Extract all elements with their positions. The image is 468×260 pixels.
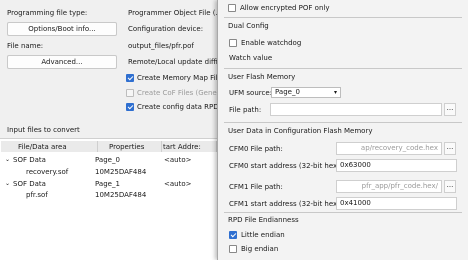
cfm0-browse-button[interactable]: ... bbox=[444, 142, 456, 155]
rpd-endianness-title: RPD File Endianness bbox=[228, 216, 299, 224]
ufm-source-select[interactable]: Page_0 ▾ bbox=[271, 87, 341, 98]
ufm-file-path-label: File path: bbox=[229, 106, 262, 114]
create-config-rpd-checkbox[interactable] bbox=[126, 103, 134, 111]
big-endian-label: Big endian bbox=[241, 245, 279, 253]
cfm1-file-path-input[interactable]: /pfr_app/pfr_code.hex bbox=[336, 180, 442, 193]
remote-local-update-label: Remote/Local update difficu bbox=[128, 58, 227, 66]
file-name-input[interactable]: output_files/pfr.pof bbox=[128, 42, 194, 50]
table-cell-properties: 10M25DAF484 bbox=[95, 191, 147, 199]
column-header-start-address-label: tart Addre: bbox=[163, 143, 201, 151]
create-memory-map-checkbox[interactable] bbox=[126, 74, 134, 82]
create-memory-map-label: Create Memory Map File bbox=[137, 74, 222, 82]
cfm0-start-address-input[interactable]: 0x63000 bbox=[336, 159, 457, 172]
table-cell-address: <auto> bbox=[164, 156, 192, 164]
column-header-properties-label: Properties bbox=[109, 143, 145, 151]
options-dialog: Allow encrypted POF only Dual Config Ena… bbox=[217, 0, 468, 260]
table-cell-properties: 10M25DAF484 bbox=[95, 168, 147, 176]
file-name-label: File name: bbox=[7, 42, 44, 50]
cfm1-start-address-input[interactable]: 0x41000 bbox=[336, 197, 457, 210]
divider bbox=[224, 68, 462, 69]
dual-config-title: Dual Config bbox=[228, 22, 269, 30]
divider bbox=[224, 17, 462, 18]
input-files-title: Input files to convert bbox=[7, 126, 80, 134]
programming-file-type-select[interactable]: Programmer Object File (.po bbox=[128, 9, 226, 17]
chevron-down-icon: ▾ bbox=[333, 89, 337, 96]
ufm-source-value: Page_0 bbox=[275, 88, 300, 96]
watch-value-label: Watch value bbox=[229, 54, 273, 62]
ufm-browse-button[interactable]: ... bbox=[444, 103, 456, 116]
table-row[interactable]: recovery.sof bbox=[26, 168, 68, 176]
ufm-source-label: UFM source: bbox=[229, 89, 273, 97]
divider bbox=[224, 122, 462, 123]
allow-encrypted-pof-checkbox[interactable] bbox=[228, 4, 236, 12]
table-row[interactable]: pfr.sof bbox=[26, 191, 48, 199]
table-row[interactable]: SOF Data bbox=[13, 180, 46, 188]
user-flash-memory-title: User Flash Memory bbox=[228, 73, 296, 81]
little-endian-label: Little endian bbox=[241, 231, 285, 239]
little-endian-checkbox[interactable] bbox=[229, 231, 237, 239]
big-endian-checkbox[interactable] bbox=[229, 245, 237, 253]
table-cell-properties: Page_1 bbox=[95, 180, 120, 188]
table-cell-address: <auto> bbox=[164, 180, 192, 188]
table-cell-properties: Page_0 bbox=[95, 156, 120, 164]
cfm1-file-path-label: CFM1 File path: bbox=[229, 183, 283, 191]
divider bbox=[224, 212, 462, 213]
cfm1-browse-button[interactable]: ... bbox=[444, 180, 456, 193]
create-cof-label: Create CoF Files (Generat bbox=[137, 89, 227, 97]
ufm-file-path-input[interactable] bbox=[270, 103, 442, 116]
expand-icon[interactable]: ⌄ bbox=[5, 180, 10, 187]
allow-encrypted-pof-label: Allow encrypted POF only bbox=[240, 4, 330, 12]
column-header-file-label: File/Data area bbox=[18, 143, 67, 151]
configuration-device-label: Configuration device: bbox=[128, 25, 204, 33]
enable-watchdog-label: Enable watchdog bbox=[241, 39, 302, 47]
cfm-user-data-title: User Data in Configuration Flash Memory bbox=[228, 127, 373, 135]
table-row[interactable]: SOF Data bbox=[13, 156, 46, 164]
expand-icon[interactable]: ⌄ bbox=[5, 156, 10, 163]
programming-file-type-label: Programming file type: bbox=[7, 9, 88, 17]
create-config-rpd-label: Create config data RPD ( bbox=[137, 103, 224, 111]
cfm0-file-path-label: CFM0 File path: bbox=[229, 145, 283, 153]
create-cof-checkbox bbox=[126, 89, 134, 97]
options-boot-info-button[interactable]: Options/Boot info... bbox=[7, 22, 117, 36]
advanced-button[interactable]: Advanced... bbox=[7, 55, 117, 69]
enable-watchdog-checkbox[interactable] bbox=[229, 39, 237, 47]
cfm0-file-path-input[interactable]: ap/recovery_code.hex bbox=[336, 142, 442, 155]
